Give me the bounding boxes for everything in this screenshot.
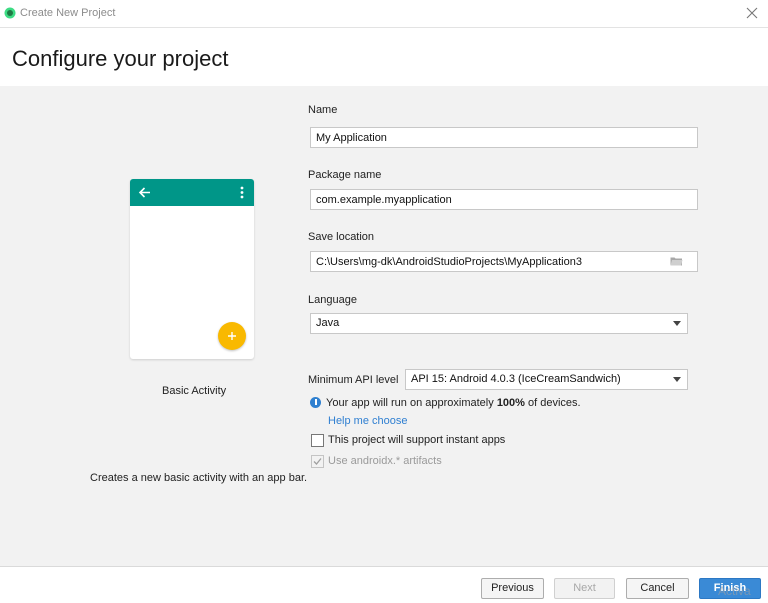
preview-fab: [218, 322, 246, 350]
arrow-back-icon: [138, 187, 150, 198]
activity-preview: [130, 179, 254, 359]
plus-icon: [228, 332, 236, 340]
dialog-footer: Previous Next Cancel Finish: [0, 566, 768, 603]
coverage-percent: 100%: [496, 397, 525, 409]
close-icon: [746, 7, 758, 19]
package-name-input[interactable]: [310, 189, 698, 210]
info-icon: [310, 397, 321, 408]
instant-apps-label[interactable]: This project will support instant apps: [328, 434, 505, 446]
title-bar: Create New Project: [0, 0, 768, 28]
min-api-label: Minimum API level: [308, 374, 399, 386]
chevron-down-icon: [673, 321, 681, 326]
create-project-window: Create New Project Configure your projec…: [0, 0, 768, 603]
page-header: Configure your project: [0, 28, 768, 86]
android-studio-icon: [4, 7, 16, 19]
androidx-label: Use androidx.* artifacts: [328, 455, 442, 467]
androidx-checkbox[interactable]: [311, 455, 324, 468]
package-label: Package name: [308, 169, 382, 181]
window-title: Create New Project: [20, 7, 116, 19]
more-vert-icon: [240, 186, 244, 199]
min-api-select[interactable]: API 15: Android 4.0.3 (IceCreamSandwich): [405, 369, 688, 390]
template-description: Creates a new basic activity with an app…: [90, 472, 308, 484]
language-value: Java: [316, 317, 340, 329]
name-input[interactable]: [310, 127, 698, 148]
preview-app-bar: [130, 179, 254, 206]
save-location-input[interactable]: [310, 251, 698, 272]
name-label: Name: [308, 104, 338, 116]
template-name: Basic Activity: [162, 385, 227, 397]
close-button[interactable]: [736, 0, 768, 27]
language-label: Language: [308, 294, 357, 306]
min-api-value: API 15: Android 4.0.3 (IceCreamSandwich): [411, 373, 621, 385]
next-button[interactable]: Next: [554, 578, 615, 599]
cancel-button[interactable]: Cancel: [626, 578, 689, 599]
help-me-choose-link[interactable]: Help me choose: [328, 415, 408, 427]
language-select[interactable]: Java: [310, 313, 688, 334]
folder-icon[interactable]: [670, 256, 683, 266]
previous-button[interactable]: Previous: [481, 578, 544, 599]
chevron-down-icon: [673, 377, 681, 382]
checkmark-icon: [313, 458, 322, 465]
instant-apps-checkbox[interactable]: [311, 434, 324, 447]
save-location-label: Save location: [308, 231, 375, 243]
activation-watermark: Activa: [718, 584, 751, 598]
api-coverage-text: Your app will run on approximately 100% …: [326, 397, 581, 409]
page-title: Configure your project: [12, 46, 229, 71]
